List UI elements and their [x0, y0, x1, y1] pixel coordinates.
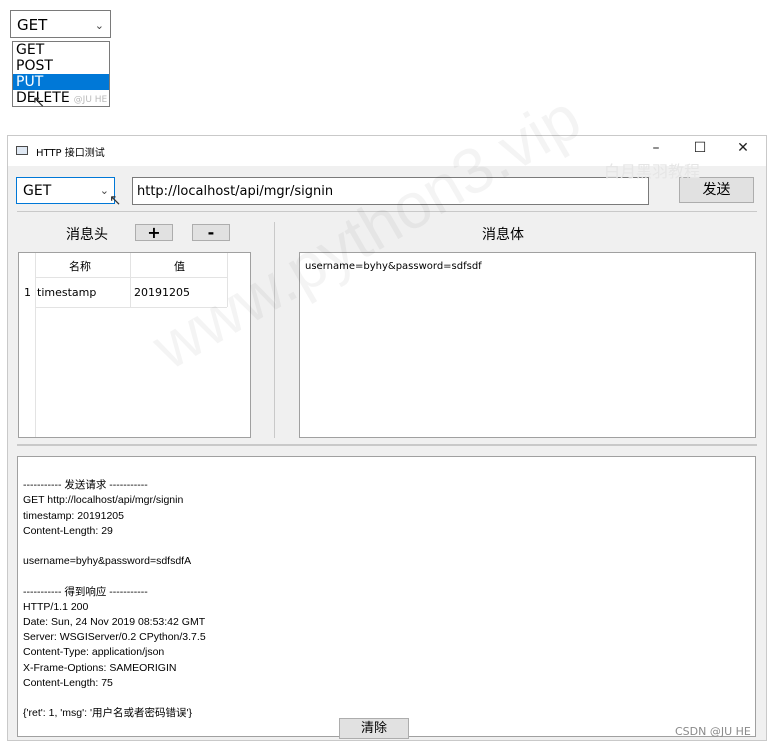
log-line: ​ [23, 569, 750, 584]
splitter-handle[interactable] [17, 444, 757, 446]
dropdown-options-list: GET POST PUT DELETE @JU HE [12, 41, 110, 107]
method-select-value: GET [23, 183, 52, 199]
row-number-gridline [35, 253, 36, 437]
dropdown-option-put[interactable]: PUT [13, 74, 109, 90]
mouse-cursor-icon: ↖ [109, 191, 122, 209]
dropdown-option-delete[interactable]: DELETE @JU HE [13, 90, 109, 106]
top-right-watermark: 白月黑羽教程 [604, 162, 701, 181]
log-line: username=byhy&password=sdfsdfA [23, 555, 192, 568]
csdn-watermark: CSDN @JU HE [675, 725, 751, 738]
dropdown-selected-value: GET [17, 16, 48, 34]
method-select[interactable]: GET ⌄ [16, 177, 115, 204]
log-line: Content-Length: 29 [23, 524, 113, 537]
log-line: GET http://localhost/api/mgr/signin [23, 494, 184, 507]
add-header-button[interactable]: + [135, 224, 173, 241]
log-line: Content-Length: 75 [23, 676, 113, 689]
clear-button[interactable]: 清除 [339, 718, 409, 739]
chevron-down-icon: ⌄ [94, 19, 104, 32]
response-log-textarea[interactable]: ----------- 发送请求 ----------- GET http://l… [17, 456, 756, 737]
mouse-cursor-icon: ↖ [32, 92, 46, 111]
dropdown-option-get[interactable]: GET [13, 42, 109, 58]
method-dropdown-demo[interactable]: GET ⌄ [10, 10, 111, 38]
column-gridline [130, 253, 131, 307]
close-button[interactable]: ✕ [723, 140, 763, 162]
headers-title: 消息头 [66, 227, 108, 243]
header-gridline [35, 277, 227, 278]
header-name-cell[interactable]: timestamp [37, 286, 96, 299]
dropdown-option-post[interactable]: POST [13, 58, 109, 74]
log-line: ​ [23, 691, 750, 706]
log-line: ​ [23, 539, 750, 554]
chevron-down-icon: ⌄ [99, 184, 109, 197]
log-line: Server: WSGIServer/0.2 CPython/3.7.5 [23, 631, 206, 644]
log-line: HTTP/1.1 200 [23, 600, 89, 613]
app-window-icon [16, 146, 28, 155]
log-line: Date: Sun, 24 Nov 2019 08:53:42 GMT [23, 616, 206, 629]
window-title: HTTP 接口测试 [36, 148, 105, 159]
column-header-value: 值 [174, 260, 185, 273]
log-line: ----------- 得到响应 ----------- [23, 585, 148, 598]
column-header-name: 名称 [69, 260, 91, 273]
message-body-textarea[interactable]: username=byhy&password=sdfsdf [299, 252, 756, 438]
log-line: timestamp: 20191205 [23, 509, 124, 522]
row-number: 1 [24, 286, 31, 299]
log-line: Content-Type: application/json [23, 646, 165, 659]
log-line: X-Frame-Options: SAMEORIGIN [23, 661, 177, 674]
headers-table-header: 名称 值 [19, 253, 227, 277]
body-title: 消息体 [482, 227, 524, 243]
demo-watermark: @JU HE [73, 95, 108, 105]
remove-header-button[interactable]: - [192, 224, 230, 241]
log-line: ----------- 发送请求 ----------- [23, 479, 148, 492]
